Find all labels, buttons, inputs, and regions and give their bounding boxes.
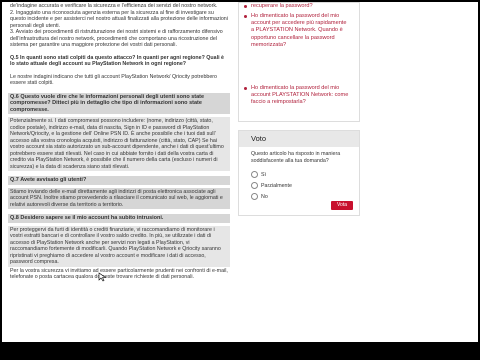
vote-question: Questo articolo ha risposto in maniera s… <box>251 151 341 164</box>
vote-option-no[interactable]: No <box>251 193 268 200</box>
faq-article: de’indagine accurata e verificare la sic… <box>2 2 230 342</box>
faq-answer-7: Stiamo inviando delle e-mail direttament… <box>8 187 230 209</box>
vote-button[interactable]: Vota <box>331 201 353 210</box>
web-page: de’indagine accurata e verificare la sic… <box>2 2 478 342</box>
faq-answer-6: Potenzialmente si. I dati compromessi po… <box>8 117 230 171</box>
radio-icon[interactable] <box>251 193 258 200</box>
bullet-icon <box>244 5 247 8</box>
intro-item: de’indagine accurata e verificare la sic… <box>10 3 218 9</box>
radio-icon[interactable] <box>251 182 258 189</box>
faq-question-6: Q.6 Questo vuole dire che le informazion… <box>8 92 230 114</box>
mouse-cursor-icon <box>98 272 107 282</box>
vote-option-yes[interactable]: Sì <box>251 171 266 178</box>
faq-answer-8: Per proteggervi da furti di identità o c… <box>8 225 230 267</box>
vote-title: Voto <box>239 131 359 147</box>
related-link[interactable]: Ho dimenticato la password del mio accou… <box>251 13 351 49</box>
page-margin <box>362 2 478 342</box>
related-link[interactable]: recuperare la password? <box>251 3 351 10</box>
vote-option-partial[interactable]: Parzialmente <box>251 182 292 189</box>
intro-item: 2. Ingaggiato una riconosciuta agenzia e… <box>10 9 228 29</box>
faq-question-8: Q.8 Desidero sapere se il mio account ha… <box>8 214 230 223</box>
video-frame: de’indagine accurata e verificare la sic… <box>0 0 480 360</box>
intro-item: 3. Avviato dei procedimenti di ristruttu… <box>10 29 223 48</box>
faq-question-7: Q.7 Avete avvisato gli utenti? <box>8 176 230 185</box>
letterbox-bottom <box>0 342 480 360</box>
letterbox-left <box>0 0 2 360</box>
radio-icon[interactable] <box>251 171 258 178</box>
related-link[interactable]: Ho dimenticato la password del mio accou… <box>251 85 351 107</box>
faq-question-5: Q.5 In quanti sono stati colpiti da ques… <box>10 54 224 68</box>
bullet-icon <box>244 15 247 18</box>
bullet-icon <box>244 87 247 90</box>
vote-box: Voto Questo articolo ha risposto in mani… <box>238 130 360 216</box>
related-articles-box: recuperare la password? Ho dimenticato l… <box>238 2 360 122</box>
faq-answer-8-tail: Per la vostra sicurezza vi invitiamo ad … <box>10 267 228 281</box>
letterbox-top <box>0 0 480 2</box>
faq-answer-5: Le nostre indagini indicano che tutti gl… <box>10 73 217 87</box>
sidebar: recuperare la password? Ho dimenticato l… <box>238 2 360 342</box>
